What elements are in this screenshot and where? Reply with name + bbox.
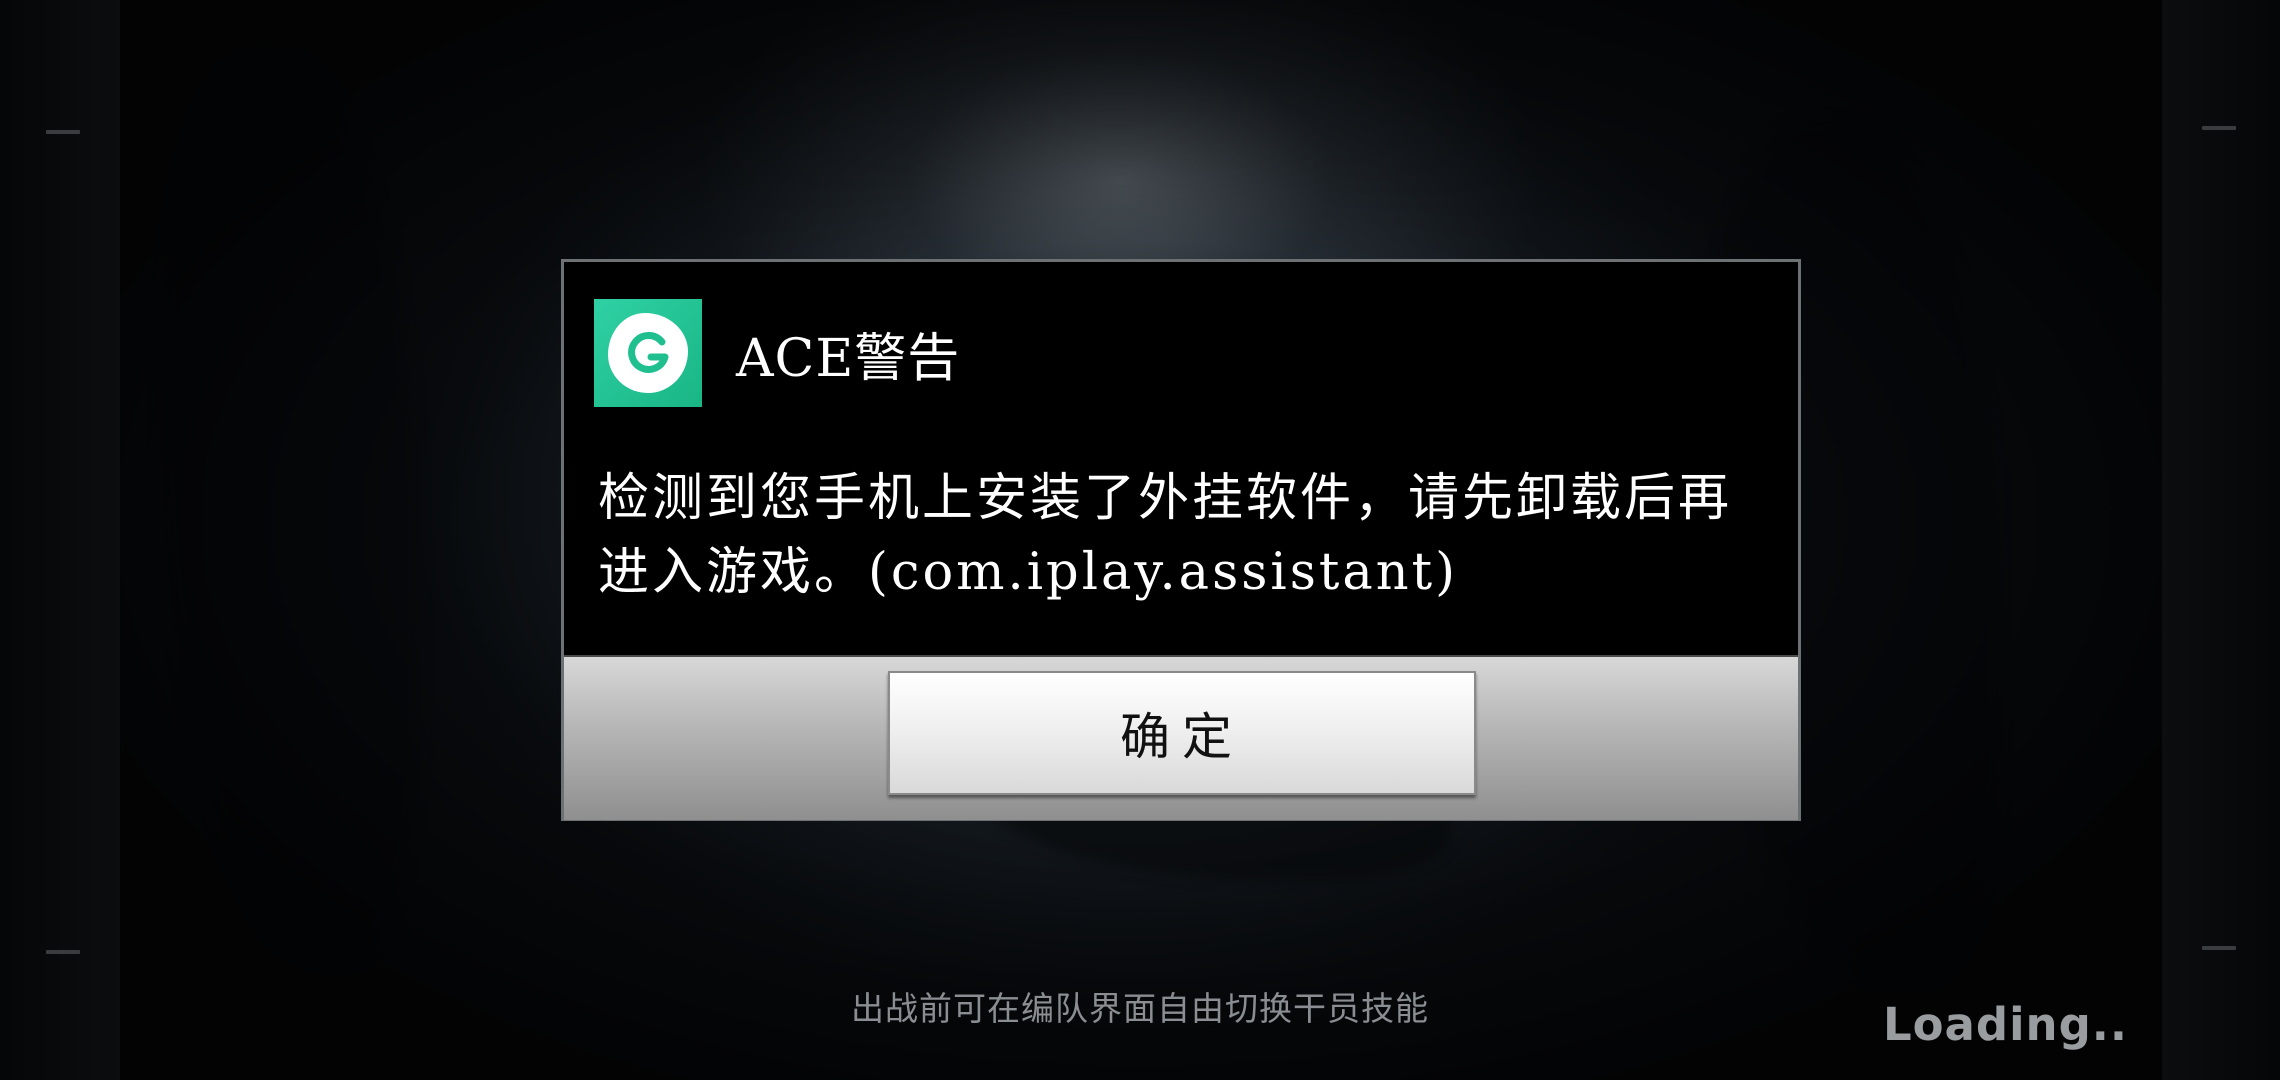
loading-indicator: Loading.. <box>1882 998 2128 1051</box>
right-letterbox <box>2162 0 2280 1080</box>
dialog-header: ACE警告 <box>594 298 960 408</box>
game-screen: ACE警告 检测到您手机上安装了外挂软件，请先卸载后再进入游戏。(com.ipl… <box>0 0 2280 1080</box>
ace-warning-dialog: ACE警告 检测到您手机上安装了外挂软件，请先卸载后再进入游戏。(com.ipl… <box>561 259 1801 821</box>
dialog-message: 检测到您手机上安装了外挂软件，请先卸载后再进入游戏。(com.iplay.ass… <box>598 469 1733 602</box>
gamepad-g-logo-icon <box>594 299 702 407</box>
dialog-title: ACE警告 <box>736 328 961 389</box>
right-marker-top <box>2202 126 2236 130</box>
right-marker-bottom <box>2202 946 2236 950</box>
left-letterbox <box>0 0 120 1080</box>
confirm-button[interactable]: 确定 <box>888 671 1476 795</box>
left-marker-top <box>46 130 80 134</box>
left-marker-bottom <box>46 950 80 954</box>
dialog-footer: 确定 <box>564 655 1798 820</box>
